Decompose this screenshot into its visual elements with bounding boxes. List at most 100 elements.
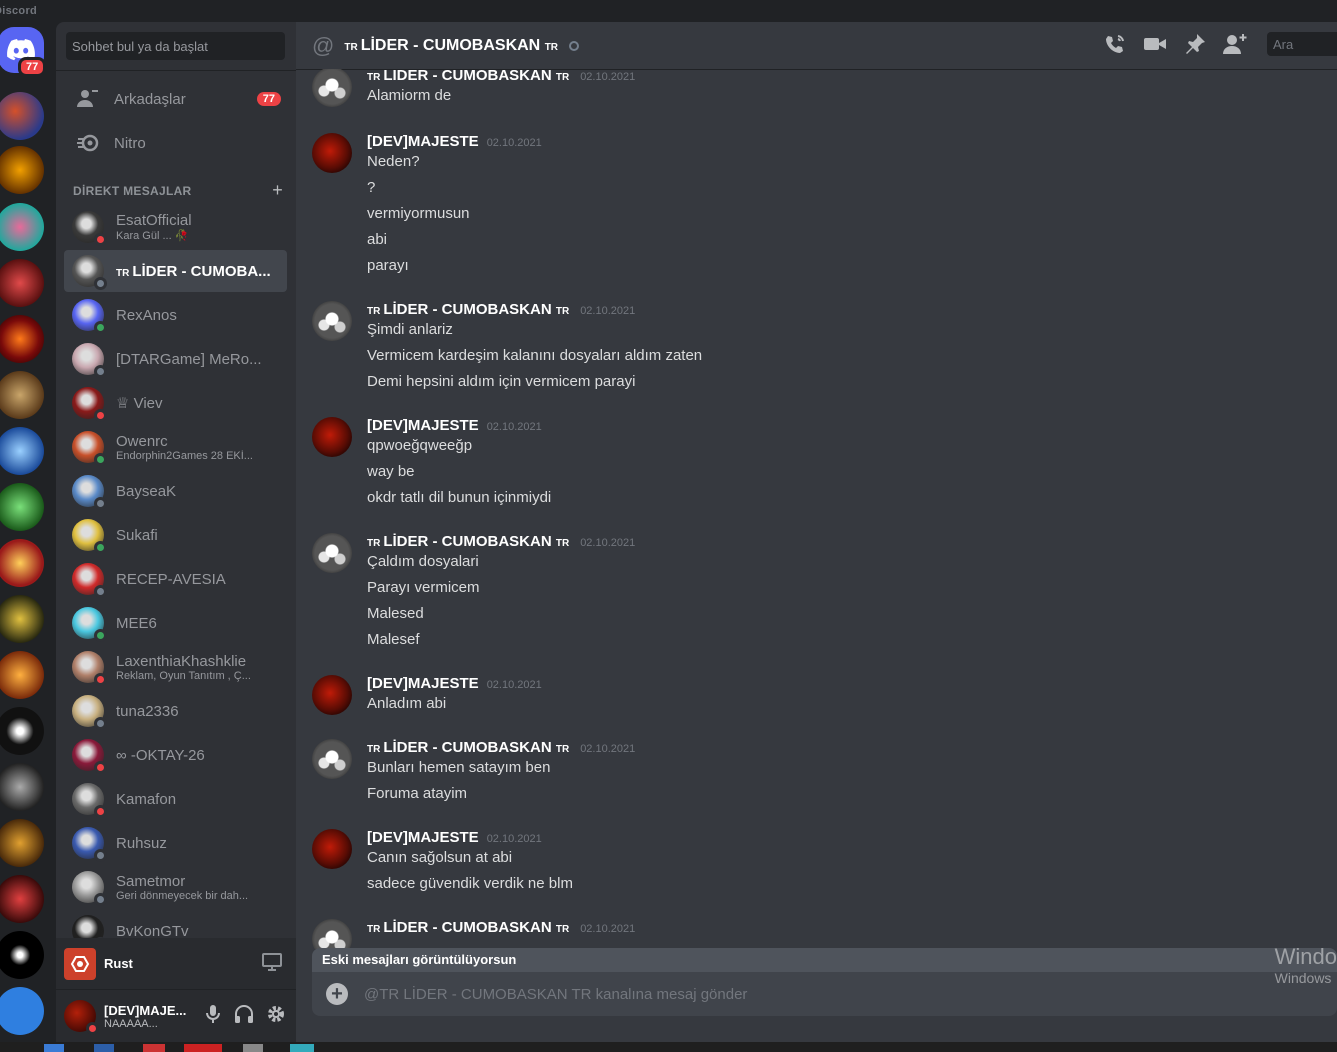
- titlebar: Discord: [0, 0, 1337, 22]
- flag-prefix: TR: [367, 924, 381, 935]
- message-text: vermiyormusun: [367, 205, 470, 222]
- message-text: Anladım abi: [367, 695, 447, 712]
- dm-text: Ruhsuz: [116, 835, 167, 852]
- server-icon[interactable]: [0, 931, 44, 979]
- author-name[interactable]: TR LİDER - CUMOBASKAN TR: [367, 739, 572, 756]
- dm-item[interactable]: EsatOfficial Kara Gül ... 🥀: [64, 206, 287, 248]
- friends-nav-item[interactable]: Arkadaşlar 77: [64, 78, 287, 120]
- settings-gear-icon[interactable]: [266, 1004, 286, 1029]
- author-avatar[interactable]: [312, 919, 352, 949]
- author-avatar[interactable]: [312, 675, 352, 715]
- dm-item[interactable]: BayseaK: [64, 470, 287, 512]
- status-online-icon: [94, 453, 107, 466]
- dm-item[interactable]: [DTARGame] MeRo...: [64, 338, 287, 380]
- server-icon[interactable]: [0, 819, 44, 867]
- dm-name: EsatOfficial: [116, 212, 192, 229]
- find-conversation-input[interactable]: Sohbet bul ya da başlat: [66, 32, 285, 60]
- dm-item[interactable]: Sametmor Geri dönmeyecek bir dah...: [64, 866, 287, 908]
- author-name[interactable]: [DEV]MAJESTE: [367, 133, 479, 150]
- status-offline-icon: [94, 585, 107, 598]
- divider: [56, 70, 296, 71]
- server-icon[interactable]: [0, 875, 44, 923]
- dm-avatar: [72, 695, 107, 730]
- dm-name-text: ∞ -OKTAY-26: [116, 746, 205, 764]
- taskbar-app-icon[interactable]: [243, 1044, 263, 1052]
- server-icon[interactable]: [0, 203, 44, 251]
- taskbar-app-icon[interactable]: [44, 1044, 64, 1052]
- dm-item[interactable]: RECEP-AVESIA: [64, 558, 287, 600]
- author-name[interactable]: TR LİDER - CUMOBASKAN TR: [367, 919, 572, 936]
- server-icon[interactable]: [0, 483, 44, 531]
- dm-name: LaxenthiaKhashklie: [116, 653, 251, 670]
- home-button[interactable]: 77: [0, 27, 47, 77]
- dm-name: MEE6: [116, 615, 157, 632]
- author-name[interactable]: [DEV]MAJESTE: [367, 417, 479, 434]
- microphone-icon[interactable]: [204, 1004, 222, 1029]
- pinned-messages-icon[interactable]: [1183, 32, 1207, 56]
- dm-avatar: [72, 739, 107, 774]
- dm-item[interactable]: Ruhsuz: [64, 822, 287, 864]
- message-text: Demi hepsini aldım için vermicem parayi: [367, 373, 636, 390]
- search-input[interactable]: Ara: [1267, 32, 1337, 56]
- taskbar-app-icon[interactable]: [290, 1044, 314, 1052]
- dm-item[interactable]: Sukafi: [64, 514, 287, 556]
- dm-item[interactable]: MEE6: [64, 602, 287, 644]
- server-icon[interactable]: [0, 371, 44, 419]
- server-icon[interactable]: [0, 763, 44, 811]
- author-avatar[interactable]: [312, 133, 352, 173]
- dm-item[interactable]: ♕ Viev: [64, 382, 287, 424]
- server-icon[interactable]: [0, 427, 44, 475]
- taskbar-app-icon[interactable]: [94, 1044, 114, 1052]
- viewing-older-messages-banner[interactable]: Eski mesajları görüntülüyorsun: [312, 948, 1337, 972]
- message-composer[interactable]: + @TR LİDER - CUMOBASKAN TR kanalına mes…: [312, 972, 1337, 1016]
- dm-item[interactable]: ∞ -OKTAY-26: [64, 734, 287, 776]
- attach-plus-icon[interactable]: +: [326, 983, 348, 1005]
- create-dm-plus-icon[interactable]: +: [272, 180, 283, 201]
- author-avatar[interactable]: [312, 739, 352, 779]
- video-call-icon[interactable]: [1143, 32, 1167, 56]
- monitor-icon[interactable]: [262, 953, 282, 976]
- dm-item[interactable]: Kamafon: [64, 778, 287, 820]
- author-name[interactable]: TR LİDER - CUMOBASKAN TR: [367, 301, 572, 318]
- author-avatar[interactable]: [312, 417, 352, 457]
- add-friend-to-dm-icon[interactable]: [1223, 32, 1247, 56]
- message-timestamp: 02.10.2021: [580, 923, 636, 935]
- message-header: TR LİDER - CUMOBASKAN TR 02.10.2021: [367, 919, 635, 939]
- server-icon[interactable]: [0, 707, 44, 755]
- direct-messages-header: DİREKT MESAJLAR +: [73, 180, 283, 200]
- server-icon[interactable]: [0, 595, 44, 643]
- dm-item[interactable]: TR LİDER - CUMOBA...: [64, 250, 287, 292]
- author-avatar[interactable]: [312, 69, 352, 107]
- message-input[interactable]: @TR LİDER - CUMOBASKAN TR kanalına mesaj…: [364, 986, 747, 1003]
- dm-avatar: [72, 299, 107, 334]
- taskbar-app-icon[interactable]: [143, 1044, 165, 1052]
- dm-item[interactable]: LaxenthiaKhashklie Reklam, Oyun Tanıtım ,…: [64, 646, 287, 688]
- server-icon[interactable]: [0, 315, 44, 363]
- message-list: TR LİDER - CUMOBASKAN TR 02.10.2021 Alamior…: [296, 69, 1337, 949]
- headphones-icon[interactable]: [234, 1004, 254, 1029]
- dm-text: Sametmor Geri dönmeyecek bir dah...: [116, 873, 248, 902]
- dm-name-text: Owenrc: [116, 432, 168, 450]
- server-icon[interactable]: [0, 651, 44, 699]
- author-name[interactable]: TR LİDER - CUMOBASKAN TR: [367, 533, 572, 550]
- author-avatar[interactable]: [312, 829, 352, 869]
- dm-custom-status: Reklam, Oyun Tanıtım , Ç...: [116, 669, 251, 682]
- server-icon[interactable]: [0, 92, 44, 140]
- dm-item[interactable]: RexAnos: [64, 294, 287, 336]
- server-icon[interactable]: [0, 259, 44, 307]
- nitro-nav-item[interactable]: Nitro: [64, 122, 287, 164]
- author-name[interactable]: [DEV]MAJESTE: [367, 675, 479, 692]
- author-avatar[interactable]: [312, 301, 352, 341]
- voice-call-icon[interactable]: [1103, 32, 1127, 56]
- author-avatar[interactable]: [312, 533, 352, 573]
- dm-avatar: [72, 519, 107, 554]
- dm-item[interactable]: Owenrc Endorphin2Games 28 EKİ...: [64, 426, 287, 468]
- author-name[interactable]: TR LİDER - CUMOBASKAN TR: [367, 69, 572, 84]
- dm-item[interactable]: tuna2336: [64, 690, 287, 732]
- server-icon[interactable]: [0, 539, 44, 587]
- server-icon[interactable]: [0, 987, 44, 1035]
- author-name[interactable]: [DEV]MAJESTE: [367, 829, 479, 846]
- server-icon[interactable]: [0, 146, 44, 194]
- user-avatar[interactable]: [64, 1000, 99, 1035]
- taskbar-app-icon[interactable]: [184, 1044, 222, 1052]
